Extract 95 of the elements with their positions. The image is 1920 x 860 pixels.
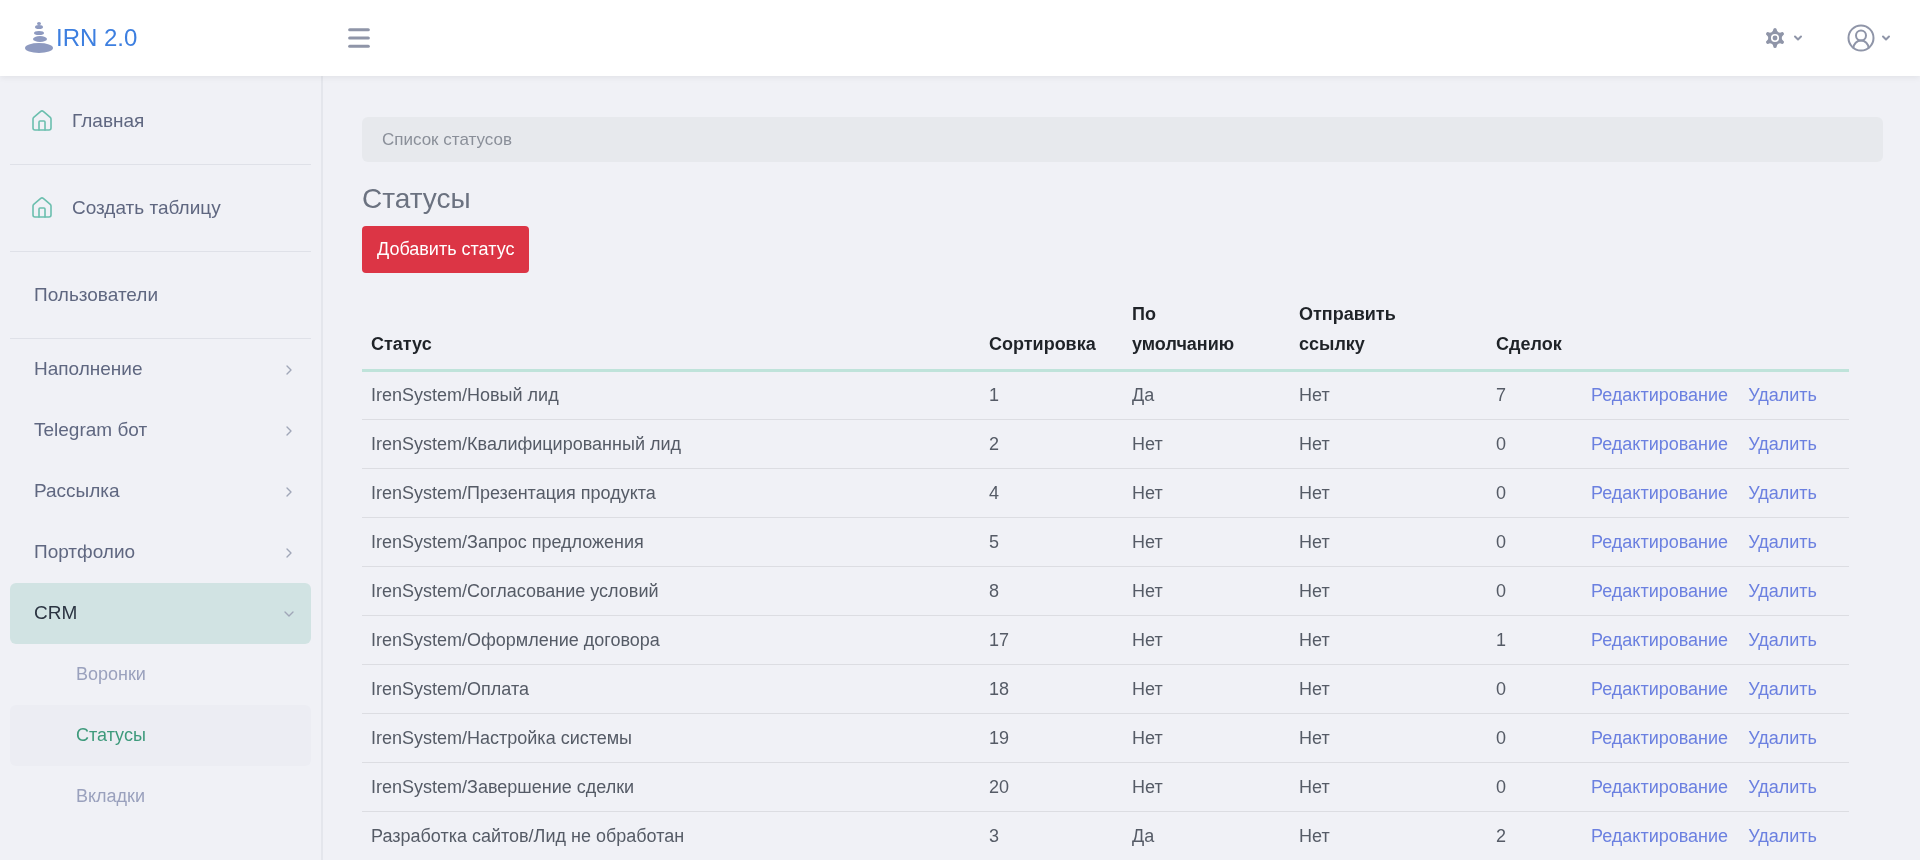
table-cell: 19 [989, 727, 1010, 748]
table-cell: 0 [1496, 580, 1506, 601]
table-cell: 1 [989, 385, 999, 405]
table-cell: 0 [1496, 678, 1506, 699]
table-cell: 0 [1496, 482, 1506, 503]
user-avatar-icon [1846, 23, 1876, 53]
table-cell: 20 [989, 776, 1010, 797]
table-cell: Нет [1132, 433, 1163, 454]
table-cell: Нет [1299, 385, 1330, 405]
delete-link[interactable]: Удалить [1748, 776, 1817, 797]
table-cell: Нет [1299, 678, 1330, 699]
table-cell: 0 [1496, 433, 1506, 454]
edit-link[interactable]: Редактирование [1591, 678, 1729, 699]
table-cell: Нет [1299, 776, 1330, 797]
table-cell: IrenSystem/Завершение сделки [371, 776, 635, 797]
delete-link[interactable]: Удалить [1748, 482, 1817, 503]
column-header: Сортировка [989, 333, 1096, 356]
delete-link[interactable]: Удалить [1748, 580, 1817, 601]
stacked-stones-icon [24, 22, 54, 54]
table-cell: Разработка сайтов/Лид не обработан [371, 825, 685, 846]
edit-link[interactable]: Редактирование [1591, 825, 1729, 846]
table-cell: IrenSystem/Согласование условий [371, 580, 659, 601]
table-cell: Нет [1299, 629, 1330, 650]
column-header: По умолчанию [1132, 303, 1236, 356]
edit-link[interactable]: Редактирование [1591, 580, 1729, 601]
table-cell: Нет [1299, 727, 1330, 748]
table-cell: 0 [1496, 776, 1506, 797]
table-cell: IrenSystem/Презентация продукта [371, 482, 656, 503]
home-icon [30, 109, 54, 133]
table-cell: Нет [1132, 678, 1163, 699]
table-cell: Нет [1132, 629, 1163, 650]
table-cell: 8 [989, 580, 999, 601]
edit-link[interactable]: Редактирование [1591, 433, 1729, 454]
table-cell: Нет [1132, 531, 1163, 552]
table-cell: 2 [1496, 825, 1506, 846]
delete-link[interactable]: Удалить [1748, 531, 1817, 552]
table-cell: 0 [1496, 727, 1506, 748]
table-cell: Нет [1132, 482, 1163, 503]
sidebar-item[interactable]: Портфолио [10, 522, 311, 583]
delete-link[interactable]: Удалить [1748, 385, 1817, 405]
user-menu-button[interactable] [1846, 23, 1892, 53]
delete-link[interactable]: Удалить [1748, 629, 1817, 650]
table-cell: Да [1132, 385, 1155, 405]
sidebar-item[interactable]: Создать таблицу [10, 178, 311, 238]
delete-link[interactable]: Удалить [1748, 433, 1817, 454]
home-icon [30, 196, 54, 220]
table-cell: Да [1132, 825, 1155, 846]
page-title: Статусы [362, 182, 472, 216]
sidebar-item[interactable]: Пользователи [10, 265, 311, 325]
table-cell: Нет [1132, 727, 1163, 748]
table-cell: 2 [989, 433, 999, 454]
sidebar-item[interactable]: Главная [10, 91, 311, 151]
table-cell: IrenSystem/Квалифицированный лид [371, 433, 681, 454]
table-cell: 1 [1496, 629, 1506, 650]
table-cell: 5 [989, 531, 999, 552]
table-cell: Нет [1299, 531, 1330, 552]
table-cell: IrenSystem/Настройка системы [371, 727, 633, 748]
table-cell: 7 [1496, 385, 1506, 405]
table-cell: IrenSystem/Оплата [371, 678, 529, 699]
delete-link[interactable]: Удалить [1748, 678, 1817, 699]
sidebar-item[interactable]: Наполнение [10, 339, 311, 400]
edit-link[interactable]: Редактирование [1591, 727, 1729, 748]
column-header: Сделок [1496, 333, 1562, 356]
sidebar-item[interactable]: CRM [10, 583, 311, 644]
table-cell: Нет [1132, 776, 1163, 797]
table-cell: IrenSystem/Оформление договора [371, 629, 660, 650]
delete-link[interactable]: Удалить [1748, 727, 1817, 748]
edit-link[interactable]: Редактирование [1591, 482, 1729, 503]
breadcrumb-text: Список статусов [382, 128, 512, 151]
app-logo-text: IRN 2.0 [56, 23, 138, 53]
table-cell: Нет [1299, 433, 1330, 454]
edit-link[interactable]: Редактирование [1591, 385, 1729, 405]
table-cell: IrenSystem/Запрос предложения [371, 531, 644, 552]
table-cell: 17 [989, 629, 1010, 650]
table-cell: Нет [1299, 825, 1330, 846]
sidebar-subitem[interactable]: Статусы [10, 705, 311, 766]
table-cell: 0 [1496, 531, 1506, 552]
sidebar-item[interactable]: Рассылка [10, 461, 311, 522]
table-cell: IrenSystem/Новый лид [371, 385, 559, 405]
column-header: Отправить ссылку [1299, 303, 1397, 356]
table-cell: 4 [989, 482, 999, 503]
edit-link[interactable]: Редактирование [1591, 629, 1729, 650]
table-cell: Нет [1299, 482, 1330, 503]
column-header: Статус [371, 333, 432, 356]
table-cell: Нет [1132, 580, 1163, 601]
table-cell: 18 [989, 678, 1010, 699]
delete-link[interactable]: Удалить [1748, 825, 1817, 846]
table-cell: Нет [1299, 580, 1330, 601]
sidebar-subitem[interactable]: Воронки [10, 644, 311, 705]
sidebar-item[interactable]: Telegram бот [10, 400, 311, 461]
edit-link[interactable]: Редактирование [1591, 776, 1729, 797]
sidebar-subitem[interactable]: Вкладки [10, 766, 311, 827]
add-status-button[interactable]: Добавить статус [362, 226, 530, 273]
edit-link[interactable]: Редактирование [1591, 531, 1729, 552]
table-cell: 3 [989, 825, 999, 846]
